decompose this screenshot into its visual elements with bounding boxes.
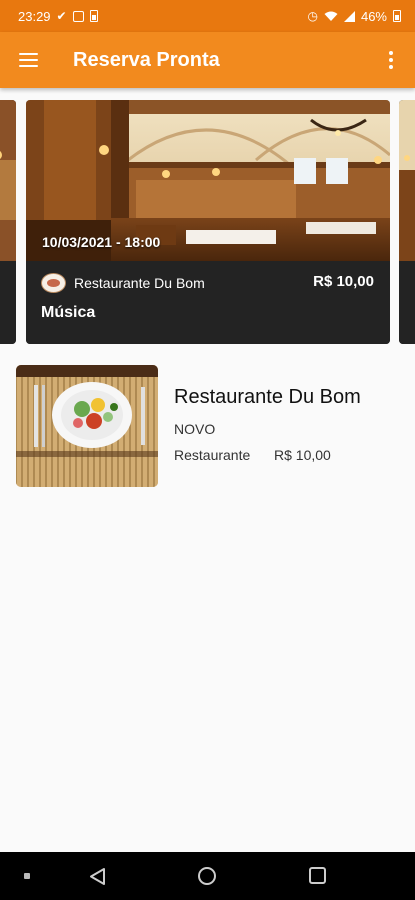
signal-icon — [343, 10, 355, 22]
recents-icon[interactable] — [309, 867, 326, 884]
hamburger-menu-icon — [18, 53, 38, 67]
place-list-item[interactable]: Restaurante Du Bom NOVO Restaurante R$ 1… — [16, 365, 401, 487]
status-time: 23:29 — [18, 8, 51, 24]
back-icon[interactable] — [88, 867, 106, 886]
place-price: R$ 10,00 — [274, 447, 331, 463]
navigation-bar — [0, 852, 415, 900]
event-card-previous[interactable] — [0, 100, 16, 344]
event-photo — [0, 100, 16, 261]
status-left: 23:29 ✔ — [18, 9, 98, 24]
place-thumbnail — [16, 365, 158, 487]
image-icon — [72, 10, 84, 22]
place-badge: NOVO — [174, 421, 216, 437]
nav-dot-icon — [24, 873, 30, 879]
app-title: Reserva Pronta — [73, 48, 220, 71]
event-info: Restaurante Du Bom R$ 10,00 Música — [26, 261, 390, 344]
event-card-next[interactable] — [399, 100, 415, 344]
more-vertical-icon — [389, 51, 393, 55]
battery-saver-icon — [89, 10, 98, 22]
event-venue-name: Restaurante Du Bom — [74, 275, 205, 291]
status-bar: 23:29 ✔ ◷ 46% — [0, 0, 415, 32]
venue-logo-icon — [41, 273, 66, 293]
event-price: R$ 10,00 — [313, 273, 374, 290]
event-info — [0, 261, 16, 344]
home-icon[interactable] — [198, 867, 216, 885]
alarm-icon: ◷ — [307, 9, 318, 23]
menu-button[interactable] — [0, 32, 56, 88]
more-options-button[interactable] — [367, 32, 415, 88]
place-name: Restaurante Du Bom — [174, 386, 361, 408]
battery-icon — [393, 10, 401, 22]
event-card[interactable]: 10/03/2021 - 18:00 Restaurante Du Bom R$… — [26, 100, 390, 344]
battery-percent: 46% — [360, 8, 387, 24]
event-info — [399, 261, 415, 344]
status-right: ◷ 46% — [307, 9, 401, 24]
event-venue: Restaurante Du Bom — [41, 273, 205, 293]
check-icon: ✔ — [56, 9, 67, 23]
app-bar: Reserva Pronta — [0, 32, 415, 88]
event-name: Música — [41, 304, 96, 321]
wifi-icon — [324, 11, 338, 21]
event-photo — [399, 100, 415, 261]
events-carousel[interactable]: 10/03/2021 - 18:00 Restaurante Du Bom R$… — [0, 100, 415, 344]
place-category: Restaurante — [174, 447, 251, 463]
event-datetime: 10/03/2021 - 18:00 — [42, 234, 161, 250]
